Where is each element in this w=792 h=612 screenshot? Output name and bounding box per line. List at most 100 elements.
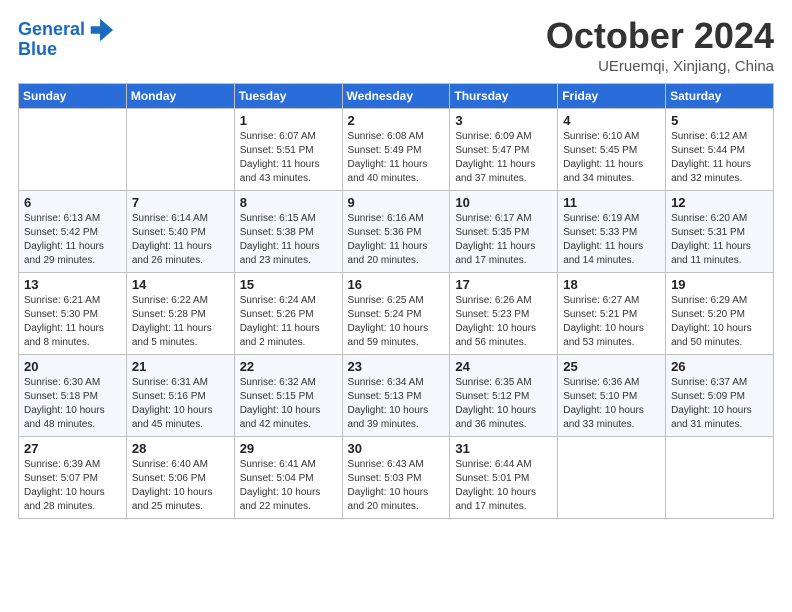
calendar-cell: 14 Sunrise: 6:22 AMSunset: 5:28 PMDayligh…	[126, 272, 234, 354]
calendar-cell: 16 Sunrise: 6:25 AMSunset: 5:24 PMDayligh…	[342, 272, 450, 354]
day-number: 18	[563, 277, 660, 292]
day-number: 14	[132, 277, 229, 292]
calendar-week-row: 13 Sunrise: 6:21 AMSunset: 5:30 PMDayligh…	[19, 272, 774, 354]
title-block: October 2024 UEruemqi, Xinjiang, China	[546, 16, 774, 75]
calendar-cell: 15Sunrise: 6:24 AMSunset: 5:26 PMDayligh…	[234, 272, 342, 354]
day-header-sunday: Sunday	[19, 83, 127, 108]
calendar-cell: 8 Sunrise: 6:15 AMSunset: 5:38 PMDaylight…	[234, 190, 342, 272]
location: UEruemqi, Xinjiang, China	[546, 58, 774, 75]
calendar-cell	[558, 436, 666, 518]
day-number: 10	[455, 195, 552, 210]
day-number: 8	[240, 195, 337, 210]
day-number: 5	[671, 113, 768, 128]
calendar-cell: 6Sunrise: 6:13 AMSunset: 5:42 PMDaylight…	[19, 190, 127, 272]
day-number: 15	[240, 277, 337, 292]
logo-icon	[87, 16, 115, 44]
cell-content: Sunrise: 6:30 AMSunset: 5:18 PMDaylight:…	[24, 376, 121, 432]
day-number: 31	[455, 441, 552, 456]
calendar-cell: 29Sunrise: 6:41 AMSunset: 5:04 PMDayligh…	[234, 436, 342, 518]
day-header-wednesday: Wednesday	[342, 83, 450, 108]
cell-content: Sunrise: 6:17 AMSunset: 5:35 PMDaylight:…	[455, 212, 552, 268]
calendar-cell: 22 Sunrise: 6:32 AMSunset: 5:15 PMDayligh…	[234, 354, 342, 436]
cell-content: Sunrise: 6:16 AMSunset: 5:36 PMDaylight:…	[348, 212, 445, 268]
calendar-table: SundayMondayTuesdayWednesdayThursdayFrid…	[18, 83, 774, 519]
calendar-header-row: SundayMondayTuesdayWednesdayThursdayFrid…	[19, 83, 774, 108]
calendar-week-row: 20Sunrise: 6:30 AMSunset: 5:18 PMDayligh…	[19, 354, 774, 436]
cell-content: Sunrise: 6:20 AMSunset: 5:31 PMDaylight:…	[671, 212, 768, 268]
day-number: 1	[240, 113, 337, 128]
calendar-cell: 3 Sunrise: 6:09 AMSunset: 5:47 PMDaylight…	[450, 108, 558, 190]
cell-content: Sunrise: 6:39 AMSunset: 5:07 PMDaylight:…	[24, 458, 121, 514]
cell-content: Sunrise: 6:43 AMSunset: 5:03 PMDaylight:…	[348, 458, 445, 514]
calendar-cell	[666, 436, 774, 518]
day-number: 13	[24, 277, 121, 292]
cell-content: Sunrise: 6:35 AMSunset: 5:12 PMDaylight:…	[455, 376, 552, 432]
calendar-cell: 28Sunrise: 6:40 AMSunset: 5:06 PMDayligh…	[126, 436, 234, 518]
calendar-cell: 30Sunrise: 6:43 AMSunset: 5:03 PMDayligh…	[342, 436, 450, 518]
calendar-week-row: 27 Sunrise: 6:39 AMSunset: 5:07 PMDayligh…	[19, 436, 774, 518]
calendar-cell	[19, 108, 127, 190]
day-number: 7	[132, 195, 229, 210]
cell-content: Sunrise: 6:15 AMSunset: 5:38 PMDaylight:…	[240, 212, 337, 268]
day-number: 9	[348, 195, 445, 210]
month-title: October 2024	[546, 16, 774, 56]
calendar-cell: 18 Sunrise: 6:27 AMSunset: 5:21 PMDayligh…	[558, 272, 666, 354]
cell-content: Sunrise: 6:19 AMSunset: 5:33 PMDaylight:…	[563, 212, 660, 268]
cell-content: Sunrise: 6:08 AMSunset: 5:49 PMDaylight:…	[348, 130, 445, 186]
day-number: 27	[24, 441, 121, 456]
cell-content: Sunrise: 6:34 AMSunset: 5:13 PMDaylight:…	[348, 376, 445, 432]
header: General Blue October 2024 UEruemqi, Xinj…	[18, 16, 774, 75]
day-header-tuesday: Tuesday	[234, 83, 342, 108]
calendar-week-row: 1 Sunrise: 6:07 AMSunset: 5:51 PMDaylight…	[19, 108, 774, 190]
cell-content: Sunrise: 6:10 AMSunset: 5:45 PMDaylight:…	[563, 130, 660, 186]
calendar-cell: 13 Sunrise: 6:21 AMSunset: 5:30 PMDayligh…	[19, 272, 127, 354]
calendar-cell: 31 Sunrise: 6:44 AMSunset: 5:01 PMDayligh…	[450, 436, 558, 518]
logo-text: General	[18, 20, 85, 40]
day-number: 19	[671, 277, 768, 292]
cell-content: Sunrise: 6:14 AMSunset: 5:40 PMDaylight:…	[132, 212, 229, 268]
logo: General Blue	[18, 16, 115, 60]
calendar-cell: 23 Sunrise: 6:34 AMSunset: 5:13 PMDayligh…	[342, 354, 450, 436]
day-number: 12	[671, 195, 768, 210]
cell-content: Sunrise: 6:32 AMSunset: 5:15 PMDaylight:…	[240, 376, 337, 432]
cell-content: Sunrise: 6:26 AMSunset: 5:23 PMDaylight:…	[455, 294, 552, 350]
calendar-cell: 11Sunrise: 6:19 AMSunset: 5:33 PMDayligh…	[558, 190, 666, 272]
day-number: 23	[348, 359, 445, 374]
cell-content: Sunrise: 6:07 AMSunset: 5:51 PMDaylight:…	[240, 130, 337, 186]
calendar-cell: 25 Sunrise: 6:36 AMSunset: 5:10 PMDayligh…	[558, 354, 666, 436]
day-number: 22	[240, 359, 337, 374]
day-number: 21	[132, 359, 229, 374]
day-number: 3	[455, 113, 552, 128]
cell-content: Sunrise: 6:21 AMSunset: 5:30 PMDaylight:…	[24, 294, 121, 350]
day-header-saturday: Saturday	[666, 83, 774, 108]
calendar-cell: 20Sunrise: 6:30 AMSunset: 5:18 PMDayligh…	[19, 354, 127, 436]
cell-content: Sunrise: 6:36 AMSunset: 5:10 PMDaylight:…	[563, 376, 660, 432]
calendar-cell: 9 Sunrise: 6:16 AMSunset: 5:36 PMDaylight…	[342, 190, 450, 272]
calendar-week-row: 6Sunrise: 6:13 AMSunset: 5:42 PMDaylight…	[19, 190, 774, 272]
cell-content: Sunrise: 6:41 AMSunset: 5:04 PMDaylight:…	[240, 458, 337, 514]
cell-content: Sunrise: 6:25 AMSunset: 5:24 PMDaylight:…	[348, 294, 445, 350]
calendar-cell: 24Sunrise: 6:35 AMSunset: 5:12 PMDayligh…	[450, 354, 558, 436]
cell-content: Sunrise: 6:09 AMSunset: 5:47 PMDaylight:…	[455, 130, 552, 186]
calendar-cell: 12 Sunrise: 6:20 AMSunset: 5:31 PMDayligh…	[666, 190, 774, 272]
day-number: 16	[348, 277, 445, 292]
day-header-friday: Friday	[558, 83, 666, 108]
calendar-cell: 27 Sunrise: 6:39 AMSunset: 5:07 PMDayligh…	[19, 436, 127, 518]
calendar-cell: 17 Sunrise: 6:26 AMSunset: 5:23 PMDayligh…	[450, 272, 558, 354]
calendar-cell: 10 Sunrise: 6:17 AMSunset: 5:35 PMDayligh…	[450, 190, 558, 272]
calendar-cell: 5 Sunrise: 6:12 AMSunset: 5:44 PMDaylight…	[666, 108, 774, 190]
calendar-cell: 7 Sunrise: 6:14 AMSunset: 5:40 PMDaylight…	[126, 190, 234, 272]
calendar-cell: 1 Sunrise: 6:07 AMSunset: 5:51 PMDaylight…	[234, 108, 342, 190]
calendar-cell: 2Sunrise: 6:08 AMSunset: 5:49 PMDaylight…	[342, 108, 450, 190]
cell-content: Sunrise: 6:44 AMSunset: 5:01 PMDaylight:…	[455, 458, 552, 514]
day-number: 4	[563, 113, 660, 128]
cell-content: Sunrise: 6:27 AMSunset: 5:21 PMDaylight:…	[563, 294, 660, 350]
cell-content: Sunrise: 6:22 AMSunset: 5:28 PMDaylight:…	[132, 294, 229, 350]
day-number: 25	[563, 359, 660, 374]
cell-content: Sunrise: 6:29 AMSunset: 5:20 PMDaylight:…	[671, 294, 768, 350]
day-number: 6	[24, 195, 121, 210]
day-number: 17	[455, 277, 552, 292]
logo-blue: Blue	[18, 40, 57, 60]
day-number: 26	[671, 359, 768, 374]
cell-content: Sunrise: 6:12 AMSunset: 5:44 PMDaylight:…	[671, 130, 768, 186]
